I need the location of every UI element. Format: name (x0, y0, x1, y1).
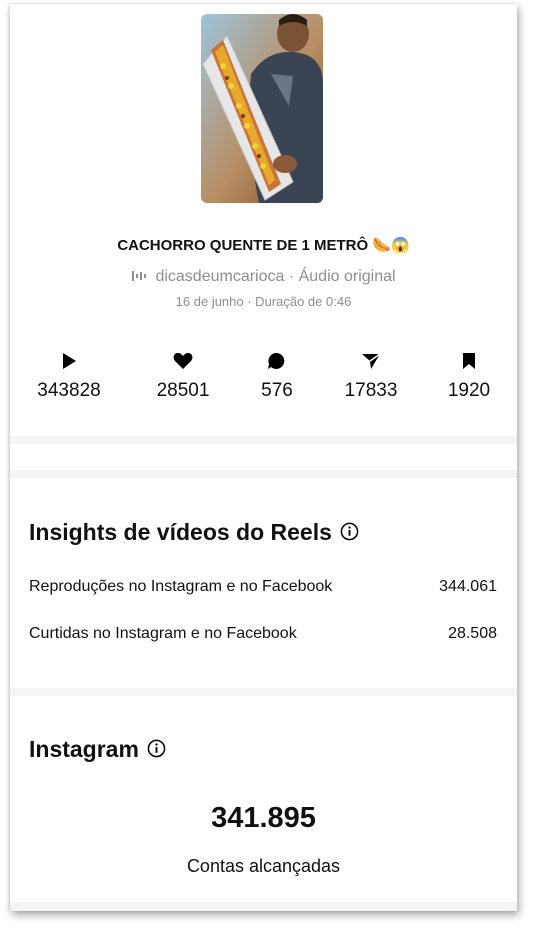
stat-comments-value: 576 (261, 380, 293, 401)
stat-shares: 17833 (321, 352, 421, 402)
insight-row-value: 28.508 (448, 625, 497, 642)
section-divider (10, 470, 517, 478)
insight-row-value: 344.061 (439, 578, 497, 595)
reel-audio[interactable]: dicasdeumcarioca · Áudio original (10, 268, 517, 286)
audio-label: dicasdeumcarioca · Áudio original (155, 268, 396, 285)
insights-section-title: Insights de vídeos do Reels (29, 519, 359, 546)
stat-shares-value: 17833 (344, 380, 398, 401)
insight-row-plays: Reproduções no Instagram e no Facebook 3… (29, 578, 497, 596)
stat-saves-value: 1920 (447, 380, 491, 401)
reel-thumbnail[interactable] (201, 14, 323, 203)
stat-saves: 1920 (419, 352, 517, 402)
stat-likes-value: 28501 (156, 380, 210, 401)
stat-plays-value: 343828 (37, 380, 101, 401)
section-divider (10, 902, 517, 911)
insight-row-likes: Curtidas no Instagram e no Facebook 28.5… (29, 625, 497, 643)
stat-plays: 343828 (19, 352, 119, 402)
stat-comments: 576 (227, 352, 327, 402)
stats-row: 343828 28501 576 17833 1920 (10, 352, 517, 402)
insights-title: Insights de vídeos do Reels (29, 519, 332, 545)
stat-likes: 28501 (133, 352, 233, 402)
info-icon[interactable] (147, 739, 166, 758)
info-icon[interactable] (340, 522, 359, 541)
insight-row-label: Reproduções no Instagram e no Facebook (29, 578, 333, 595)
play-icon (63, 353, 76, 369)
reel-insights-card: CACHORRO QUENTE DE 1 METRÔ 🌭😱 dicasdeumc… (10, 4, 517, 911)
section-divider (10, 436, 517, 444)
instagram-section-title: Instagram (29, 736, 166, 763)
comment-icon (268, 352, 285, 369)
insight-row-label: Curtidas no Instagram e no Facebook (29, 625, 297, 642)
reel-meta: 16 de junho · Duração de 0:46 (175, 294, 352, 309)
audio-wave-icon (132, 271, 147, 281)
heart-icon (173, 352, 193, 369)
share-icon (362, 353, 381, 369)
reel-title: CACHORRO QUENTE DE 1 METRÔ 🌭😱 (117, 237, 410, 254)
accounts-reached-value: 341.895 (211, 802, 316, 834)
section-divider (10, 688, 517, 696)
instagram-title: Instagram (29, 736, 139, 762)
accounts-reached-label: Contas alcançadas (186, 856, 341, 876)
bookmark-icon (463, 353, 475, 369)
reel-thumbnail-image (201, 14, 323, 203)
